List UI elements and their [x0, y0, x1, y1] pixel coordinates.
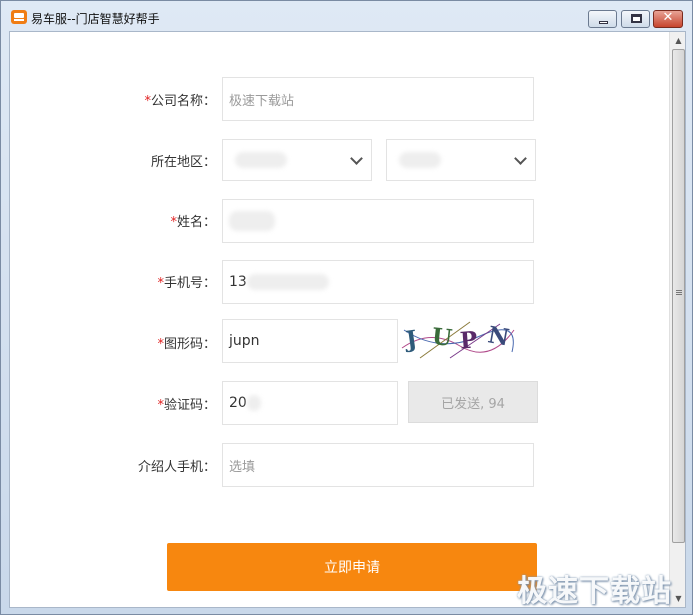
captcha-char: U — [430, 323, 454, 352]
close-button[interactable]: ✕ — [653, 10, 683, 28]
captcha-label: *图形码： — [16, 333, 216, 352]
captcha-label-text: 图形码： — [163, 337, 216, 352]
sms-code-value: 20 — [229, 395, 247, 411]
name-value-blurred — [229, 211, 275, 231]
sms-code-input[interactable]: 20 — [222, 381, 398, 425]
province-select[interactable] — [222, 139, 372, 181]
chevron-down-icon — [514, 152, 527, 165]
apply-now-button[interactable]: 立即申请 — [167, 543, 537, 591]
company-name-input[interactable]: 极速下载站 — [222, 77, 534, 121]
app-window: 易车服--门店智慧好帮手 ✕ *公司名称： 极速下载站 所在地区： *姓名： *… — [0, 0, 693, 615]
captcha-input[interactable]: jupn — [222, 319, 398, 363]
captcha-image[interactable]: J U P N — [400, 318, 516, 360]
car-icon — [11, 10, 27, 24]
maximize-icon — [631, 14, 642, 23]
send-code-button[interactable]: 已发送, 94 — [408, 381, 538, 423]
phone-label-text: 手机号： — [163, 276, 216, 291]
phone-input[interactable]: 13 — [222, 260, 534, 304]
chevron-down-icon — [350, 152, 363, 165]
captcha-char: P — [459, 326, 479, 355]
scroll-down-icon[interactable]: ▼ — [670, 590, 685, 607]
company-label-text: 公司名称： — [150, 94, 216, 109]
maximize-button[interactable] — [621, 10, 650, 28]
vertical-scrollbar[interactable]: ▲ ▼ — [669, 32, 685, 607]
sms-code-label: *验证码： — [16, 394, 216, 413]
name-label-text: 姓名： — [176, 215, 216, 230]
sms-code-label-text: 验证码： — [163, 398, 216, 413]
minimize-button[interactable] — [588, 10, 617, 28]
scrollbar-thumb[interactable] — [672, 49, 685, 543]
close-icon: ✕ — [662, 10, 674, 25]
name-label: *姓名： — [16, 211, 216, 230]
company-label: *公司名称： — [16, 90, 216, 109]
sms-code-value-blurred — [246, 395, 261, 411]
phone-label: *手机号： — [16, 272, 216, 291]
city-select[interactable] — [386, 139, 536, 181]
watermark: 极速下载站 — [517, 574, 672, 609]
minimize-icon — [599, 21, 608, 24]
grip-icon — [676, 290, 682, 291]
scroll-up-icon[interactable]: ▲ — [670, 32, 685, 49]
title-bar[interactable]: 易车服--门店智慧好帮手 ✕ — [1, 1, 692, 31]
phone-value: 13 — [229, 274, 247, 290]
referrer-label: 介绍人手机： — [137, 460, 216, 475]
city-value-blurred — [399, 152, 441, 168]
phone-value-blurred — [246, 274, 329, 290]
registration-form: *公司名称： 极速下载站 所在地区： *姓名： *手机号： 13 *图形码： j… — [9, 31, 686, 608]
region-label: 所在地区： — [150, 155, 216, 170]
name-input[interactable] — [222, 199, 534, 243]
window-title: 易车服--门店智慧好帮手 — [31, 12, 160, 26]
province-value-blurred — [235, 152, 287, 168]
referrer-phone-input[interactable]: 选填 — [222, 443, 534, 487]
